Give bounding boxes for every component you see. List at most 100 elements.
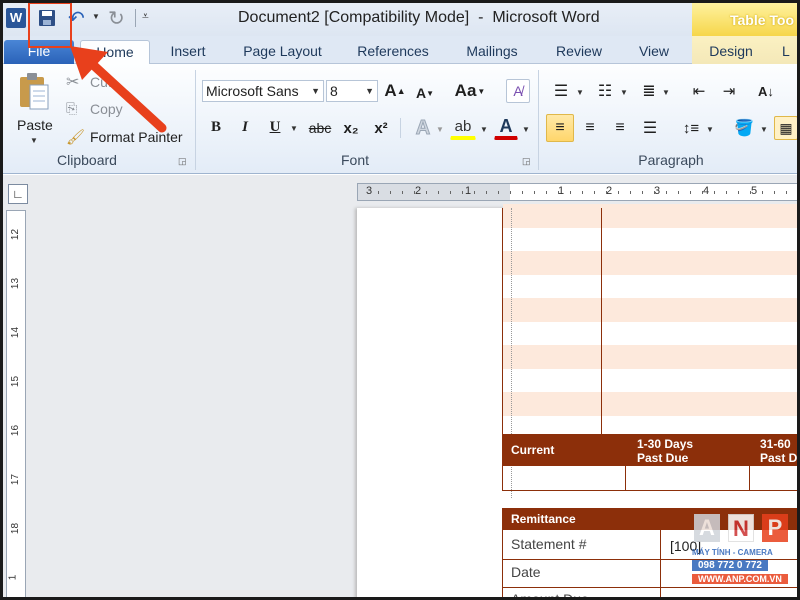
aging-values-row[interactable] (502, 466, 800, 491)
multilevel-list-icon[interactable]: ≣ (636, 80, 662, 102)
table-row[interactable] (503, 251, 800, 275)
tab-page-layout[interactable]: Page Layout (235, 40, 330, 64)
line-spacing-icon[interactable]: ↕≡ (678, 116, 704, 140)
font-size-combo[interactable]: 8 ▼ (326, 80, 378, 102)
ruler-tick-mark (762, 191, 763, 194)
word-app-icon[interactable]: W (6, 8, 26, 28)
table-tools-context-tab: Table Too (692, 0, 800, 36)
text-effects-dropdown-icon[interactable]: ▼ (436, 125, 444, 134)
ruler-margin-left (358, 184, 510, 200)
ruler-tick-mark (534, 191, 535, 194)
shading-dropdown-icon[interactable]: ▼ (760, 125, 768, 134)
aging-header-current: Current (511, 443, 555, 457)
increase-indent-icon[interactable]: ⇥ (718, 80, 740, 102)
bullets-icon[interactable]: ☰ (548, 80, 574, 102)
underline-button[interactable]: U (266, 116, 284, 138)
tab-review[interactable]: Review (548, 40, 610, 64)
align-right-icon[interactable]: ≡ (608, 116, 632, 140)
table-row[interactable] (503, 204, 800, 228)
shrink-font-button[interactable]: A ▼ (414, 82, 436, 104)
multilevel-dropdown-icon[interactable]: ▼ (662, 88, 670, 97)
table-row[interactable] (503, 345, 800, 369)
ruler-tick-mark (462, 191, 463, 194)
ruler-tick-mark (642, 191, 643, 194)
text-effects-icon[interactable]: A (410, 116, 436, 140)
table-row[interactable] (503, 392, 800, 416)
clipboard-group-label: Clipboard (57, 152, 117, 168)
undo-dropdown-icon[interactable]: ▼ (92, 12, 100, 21)
align-left-icon[interactable]: ≡ (546, 114, 574, 142)
table-row[interactable] (503, 321, 800, 345)
decrease-indent-icon[interactable]: ⇤ (688, 80, 710, 102)
bold-button[interactable]: B (206, 116, 226, 138)
tab-layout[interactable]: L (782, 40, 800, 64)
table-row[interactable] (503, 274, 800, 298)
ribbon-separator (538, 70, 539, 170)
change-case-button[interactable]: Aa ▼ (452, 80, 488, 102)
ruler-tick-mark (654, 191, 655, 194)
table-row[interactable] (503, 368, 800, 392)
tab-selector-icon[interactable]: ∟ (8, 184, 28, 204)
font-color-dropdown-icon[interactable]: ▼ (522, 125, 530, 134)
table-column-border (601, 208, 602, 434)
numbering-dropdown-icon[interactable]: ▼ (620, 88, 628, 97)
borders-icon[interactable]: ▦ (774, 116, 798, 140)
ruler-tick-label: 18 (10, 522, 22, 535)
highlight-dropdown-icon[interactable]: ▼ (480, 125, 488, 134)
ruler-tick-mark (414, 191, 415, 194)
italic-button[interactable]: I (236, 116, 254, 138)
paste-button-label[interactable]: Paste (17, 117, 53, 133)
horizontal-ruler[interactable]: 32112345 (357, 183, 800, 201)
ruler-tick-mark (594, 191, 595, 194)
underline-dropdown-icon[interactable]: ▼ (290, 124, 298, 133)
tab-references[interactable]: References (350, 40, 436, 64)
font-color-icon[interactable]: A (494, 116, 518, 140)
ruler-tick-mark (786, 191, 787, 194)
table-row[interactable] (503, 298, 800, 322)
ruler-tick-mark (438, 191, 439, 194)
anp-watermark: A N P MÁY TÍNH - CAMERA 098 772 0 772 WW… (690, 514, 800, 600)
ruler-tick-mark (510, 191, 511, 194)
font-group-label: Font (340, 152, 369, 168)
aging-header-1-30: 1-30 Days Past Due (637, 437, 694, 465)
paste-dropdown-icon[interactable]: ▼ (30, 136, 38, 145)
sort-icon[interactable]: A↓ (754, 80, 778, 102)
table-column-border (625, 466, 626, 491)
superscript-button[interactable]: x² (370, 117, 392, 139)
font-name-combo[interactable]: Microsoft Sans ▼ (202, 80, 324, 102)
grow-font-button[interactable]: A ▲ (384, 80, 406, 102)
chevron-down-icon[interactable]: ▼ (311, 81, 320, 101)
tab-mailings[interactable]: Mailings (455, 40, 529, 64)
ruler-tick-mark (690, 191, 691, 194)
ruler-tick-mark (726, 191, 727, 194)
highlight-color-icon[interactable]: ab (450, 116, 476, 140)
title-bar: W ↶ ▼ ↻ ⩡ Document2 [Compatibility Mode]… (0, 0, 800, 48)
ruler-tick-label: 13 (10, 277, 22, 290)
ruler-tick-label: 3 (366, 185, 373, 197)
chevron-down-icon[interactable]: ▼ (365, 81, 374, 101)
font-launcher-icon[interactable]: ◲ (522, 156, 531, 167)
table-row[interactable] (503, 227, 800, 251)
customize-qat-icon[interactable]: ⩡ (142, 9, 149, 24)
subscript-button[interactable]: x₂ (340, 117, 362, 139)
ruler-tick-mark (498, 191, 499, 194)
paste-icon[interactable] (16, 70, 52, 112)
vertical-ruler[interactable]: 12 13 14 15 16 17 18 1 (6, 210, 26, 600)
tab-design[interactable]: Design (700, 40, 762, 64)
numbering-icon[interactable]: ☷ (592, 80, 618, 102)
ruler-tick-mark (678, 191, 679, 194)
clipboard-launcher-icon[interactable]: ◲ (178, 156, 187, 167)
shading-icon[interactable]: 🪣 (732, 116, 756, 140)
justify-icon[interactable]: ☰ (638, 116, 662, 140)
ruler-tick-label: 4 (703, 185, 710, 197)
ruler-tick-mark (546, 191, 547, 194)
tab-view[interactable]: View (630, 40, 678, 64)
bullets-dropdown-icon[interactable]: ▼ (576, 88, 584, 97)
font-inner-separator (400, 118, 401, 138)
redo-icon[interactable]: ↻ (108, 6, 125, 31)
line-spacing-dropdown-icon[interactable]: ▼ (706, 125, 714, 134)
clear-formatting-icon[interactable]: A̸ (506, 79, 530, 103)
align-center-icon[interactable]: ≡ (578, 116, 602, 140)
ruler-tick-label: 1 (465, 185, 472, 197)
strikethrough-button[interactable]: abc (306, 117, 334, 139)
